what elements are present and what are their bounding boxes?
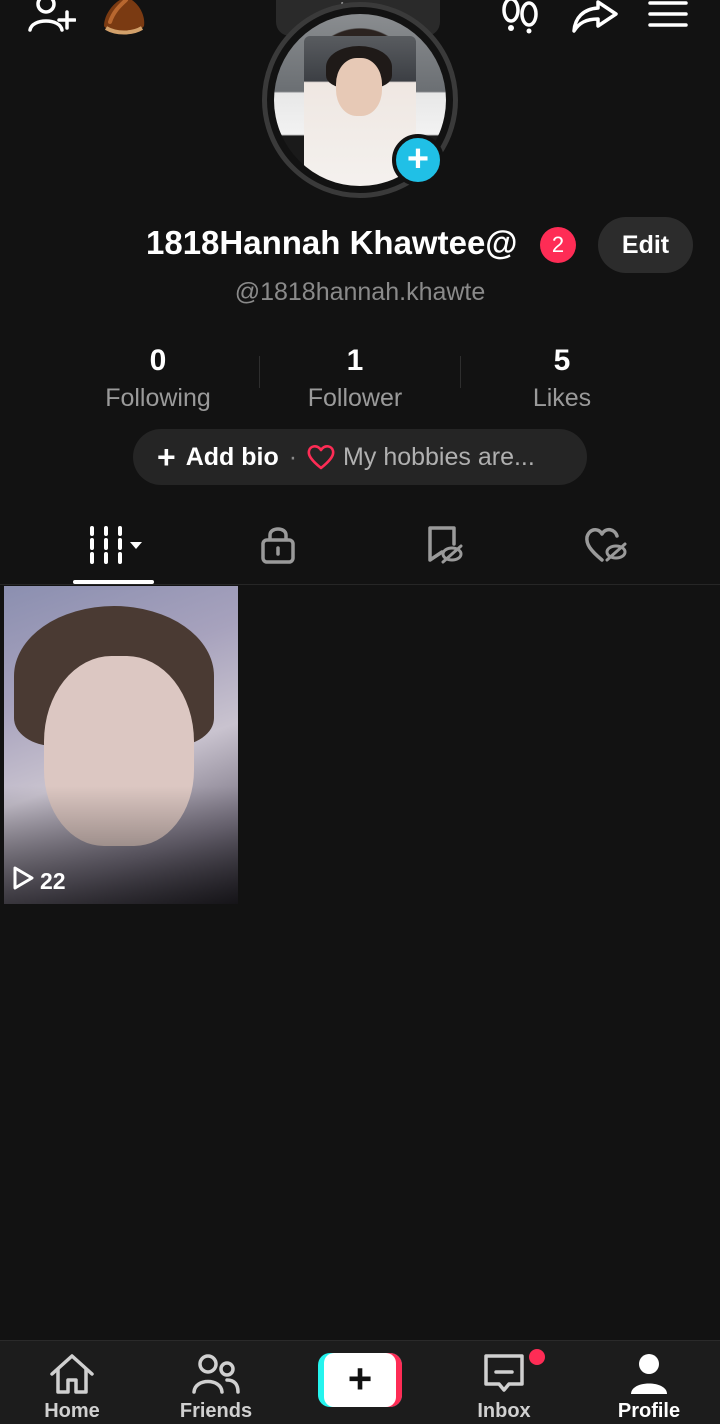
lock-icon (260, 524, 296, 569)
inbox-notification-dot (529, 1349, 545, 1365)
nav-home-label: Home (44, 1400, 100, 1422)
footprints-icon[interactable] (500, 0, 540, 34)
add-friend-icon[interactable] (26, 0, 76, 34)
username: @1818hannah.khawte (234, 278, 486, 306)
videos-grid-icon (86, 524, 146, 569)
video-thumbnail[interactable] (4, 586, 238, 904)
bookmark-hidden-icon (424, 524, 464, 569)
nav-inbox[interactable]: Inbox (444, 1352, 564, 1424)
following-label: Following (105, 384, 211, 412)
nav-friends[interactable]: Friends (156, 1352, 276, 1424)
play-icon (12, 866, 34, 896)
profile-icon (589, 1352, 709, 1396)
share-icon[interactable] (572, 0, 618, 34)
view-count: 22 (12, 866, 66, 896)
add-bio-button[interactable]: + Add bio · My hobbies are... (133, 429, 587, 485)
inbox-icon (444, 1352, 564, 1396)
likes-label: Likes (532, 384, 592, 412)
following-count: 0 (149, 344, 167, 377)
view-count-value: 22 (40, 867, 66, 894)
tab-videos[interactable] (78, 518, 154, 574)
friends-icon (156, 1352, 276, 1396)
nav-inbox-label: Inbox (477, 1400, 531, 1422)
likes-count: 5 (553, 344, 571, 377)
tab-private[interactable] (240, 518, 316, 574)
nav-profile-label: Profile (617, 1400, 681, 1422)
tab-saved[interactable] (406, 518, 482, 574)
liked-hidden-icon (584, 524, 628, 569)
nav-home[interactable]: Home (12, 1352, 132, 1424)
stat-likes[interactable]: 5 Likes (482, 344, 642, 413)
menu-icon[interactable] (648, 0, 688, 30)
bio-separator: · (288, 442, 298, 471)
stat-divider (259, 356, 260, 388)
home-icon (12, 1352, 132, 1396)
create-button[interactable]: + (318, 1353, 402, 1407)
heart-icon (307, 444, 335, 470)
edit-profile-button[interactable]: Edit (598, 217, 693, 273)
tab-liked[interactable] (568, 518, 644, 574)
nav-friends-label: Friends (179, 1400, 253, 1422)
notification-badge[interactable]: 2 (540, 227, 576, 263)
nav-profile[interactable]: Profile (589, 1352, 709, 1424)
plus-icon: + (406, 138, 430, 180)
chestnut-icon[interactable] (100, 0, 148, 36)
stat-divider (460, 356, 461, 388)
follower-count: 1 (346, 344, 364, 377)
stat-following[interactable]: 0 Following (78, 344, 238, 413)
add-avatar-button[interactable]: + (392, 134, 444, 186)
add-bio-label: Add bio (185, 442, 279, 471)
plus-icon: + (157, 438, 176, 475)
tabs-divider (0, 584, 720, 585)
create-plus-icon: + (324, 1353, 396, 1407)
stat-followers[interactable]: 1 Follower (275, 344, 435, 413)
follower-label: Follower (307, 384, 403, 412)
display-name: 1818Hannah Khawtee@ (146, 224, 518, 261)
hobby-prompt: My hobbies are... (343, 442, 535, 471)
